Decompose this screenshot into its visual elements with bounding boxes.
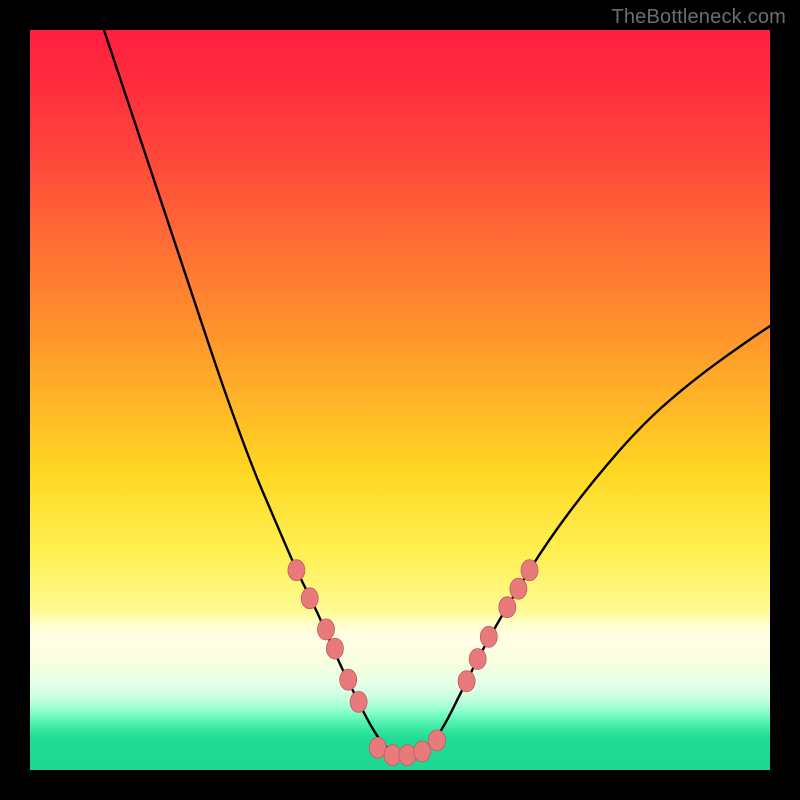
- curve-marker: [414, 741, 431, 762]
- curve-marker: [429, 730, 446, 751]
- plot-area: [30, 30, 770, 770]
- curve-marker: [458, 671, 475, 692]
- curve-marker: [510, 578, 527, 599]
- bottleneck-curve-path: [104, 30, 770, 755]
- curve-marker: [301, 588, 318, 609]
- curve-marker: [469, 649, 486, 670]
- curve-marker: [521, 560, 538, 581]
- curve-marker: [499, 597, 516, 618]
- watermark-label: TheBottleneck.com: [611, 6, 786, 29]
- curve-marker: [480, 626, 497, 647]
- curve-marker: [318, 619, 335, 640]
- curve-layer: [30, 30, 770, 770]
- chart-stage: TheBottleneck.com: [0, 0, 800, 800]
- curve-marker: [340, 669, 357, 690]
- curve-marker: [288, 560, 305, 581]
- curve-marker: [399, 745, 416, 766]
- curve-markers-group: [288, 560, 538, 766]
- curve-marker: [326, 638, 343, 659]
- curve-marker: [350, 691, 367, 712]
